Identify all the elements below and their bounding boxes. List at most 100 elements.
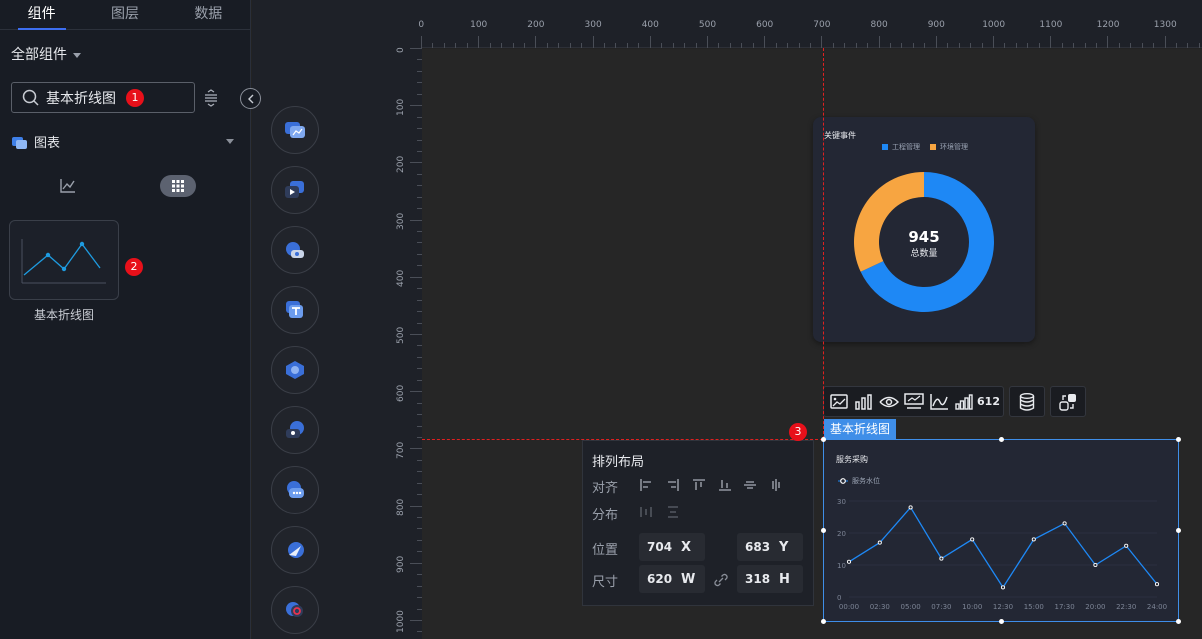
rail-button-media[interactable]	[271, 166, 319, 214]
ruler-label: 1000	[396, 610, 406, 634]
line-chart-thumbnail	[21, 239, 106, 284]
rail-button-form[interactable]	[271, 406, 319, 454]
x-tick-label: 22:30	[1116, 603, 1136, 611]
rail-button-nav[interactable]	[271, 526, 319, 574]
resize-handle[interactable]	[821, 528, 826, 533]
data-source-group	[1009, 386, 1045, 417]
resize-handle[interactable]	[1176, 437, 1181, 442]
ruler-tick	[764, 36, 766, 48]
position-y-field: Y	[737, 533, 803, 561]
eye-icon[interactable]	[878, 391, 899, 412]
ruler-tick	[410, 562, 422, 564]
grid-view-toggle[interactable]	[160, 175, 196, 197]
resize-handle[interactable]	[1176, 619, 1181, 624]
size-w-input[interactable]	[647, 572, 677, 586]
chart-category-icon	[12, 136, 27, 149]
tab-components[interactable]: 组件	[0, 0, 83, 30]
signal-icon[interactable]	[953, 391, 974, 412]
resize-handle[interactable]	[1176, 528, 1181, 533]
ruler-tick	[1027, 43, 1029, 48]
collapse-expand-icon[interactable]	[202, 89, 220, 107]
ruler-tick	[421, 36, 422, 48]
ruler-tick	[855, 43, 857, 48]
category-chart[interactable]: 图表	[12, 132, 60, 151]
w-unit-label: W	[681, 571, 696, 587]
ruler-tick	[1107, 36, 1109, 48]
line-chart-icon[interactable]	[928, 391, 949, 412]
ruler-label: 200	[396, 155, 406, 173]
donut-chart-widget[interactable]: 关键事件 工程管理 环境管理 945 总数量	[813, 117, 1035, 342]
link-icon[interactable]	[713, 572, 729, 588]
rail-button-other[interactable]	[271, 586, 319, 634]
data-point	[1154, 582, 1160, 587]
collapse-panel-button[interactable]	[240, 88, 261, 109]
align-horizontal-center-icon[interactable]	[743, 478, 757, 492]
bar-chart-icon[interactable]	[853, 391, 874, 412]
horizontal-ruler[interactable]: 0 100 200 300 400 500 600 700 800 900 1000 1100 1200…	[418, 0, 1202, 48]
resize-handle[interactable]	[999, 437, 1004, 442]
align-bottom-icon[interactable]	[718, 478, 732, 492]
x-tick-label: 15:00	[1024, 603, 1044, 611]
resize-handle[interactable]	[821, 437, 826, 442]
ruler-tick	[958, 43, 960, 48]
tab-data[interactable]: 数据	[167, 0, 250, 29]
resize-handle[interactable]	[999, 619, 1004, 624]
search-input[interactable]	[46, 89, 126, 106]
ruler-tick	[569, 43, 571, 48]
ruler-tick	[489, 43, 491, 48]
rail-button-chat[interactable]	[271, 466, 319, 514]
position-x-input[interactable]	[647, 540, 677, 554]
search-box: 1	[11, 82, 195, 113]
ruler-tick	[410, 391, 422, 393]
ruler-tick	[410, 48, 422, 49]
x-tick-label: 02:30	[870, 603, 890, 611]
image-chart-icon[interactable]	[828, 391, 849, 412]
rail-button-decoration[interactable]	[271, 346, 319, 394]
align-left-icon[interactable]	[639, 478, 653, 492]
ruler-tick	[410, 334, 422, 335]
rail-button-chart[interactable]	[271, 106, 319, 154]
component-card-basic-line[interactable]: 2	[9, 220, 143, 300]
component-filter-dropdown[interactable]: 全部组件	[11, 44, 81, 64]
data-point	[970, 537, 975, 542]
position-y-input[interactable]	[745, 540, 775, 554]
size-h-input[interactable]	[745, 572, 775, 586]
y-tick-label: 0	[837, 594, 841, 602]
widget-type-group: 612	[823, 386, 1004, 417]
editor-app: 组件 图层 数据 全部组件 1 图表	[0, 0, 1202, 639]
resize-handle[interactable]	[821, 619, 826, 624]
line-chart-widget[interactable]: 服务采购 服务水位 0 10 20 30 00:00 02:30 05:00 07:30 10:…	[823, 439, 1179, 622]
alignment-guide-vertical	[823, 48, 824, 439]
ruler-tick	[432, 43, 434, 48]
ruler-label: 700	[396, 441, 406, 459]
distribute-horizontal-icon[interactable]	[639, 505, 653, 519]
ruler-tick	[1176, 43, 1178, 48]
align-right-icon[interactable]	[666, 478, 680, 492]
y-tick-label: 30	[837, 498, 846, 506]
ruler-tick	[581, 43, 583, 48]
database-icon[interactable]	[1014, 391, 1040, 412]
position-label: 位置	[592, 543, 619, 558]
annotation-badge-2: 2	[125, 258, 143, 276]
line-view-icon[interactable]	[58, 176, 78, 196]
swap-icon[interactable]	[1055, 391, 1081, 412]
ruler-tick	[901, 43, 903, 48]
ruler-tick	[478, 36, 480, 48]
rail-button-text[interactable]	[271, 286, 319, 334]
ruler-tick	[1061, 43, 1063, 48]
number-icon[interactable]: 612	[977, 391, 1000, 412]
ruler-label: 300	[584, 20, 602, 30]
ruler-tick	[718, 43, 720, 48]
align-vertical-center-icon[interactable]	[769, 478, 783, 492]
rail-button-map[interactable]	[271, 226, 319, 274]
display-icon[interactable]	[903, 391, 924, 412]
series-line	[848, 506, 1158, 589]
x-tick-label: 12:30	[993, 603, 1013, 611]
ruler-tick	[775, 43, 777, 48]
vertical-ruler[interactable]: 0 100 200 300 400 500 600 700 800 900 1000	[390, 47, 422, 639]
tab-layers[interactable]: 图层	[83, 0, 166, 29]
align-top-icon[interactable]	[692, 478, 706, 492]
distribute-vertical-icon[interactable]	[666, 505, 680, 519]
chevron-down-icon[interactable]	[226, 139, 234, 144]
x-tick-label: 20:00	[1085, 603, 1105, 611]
